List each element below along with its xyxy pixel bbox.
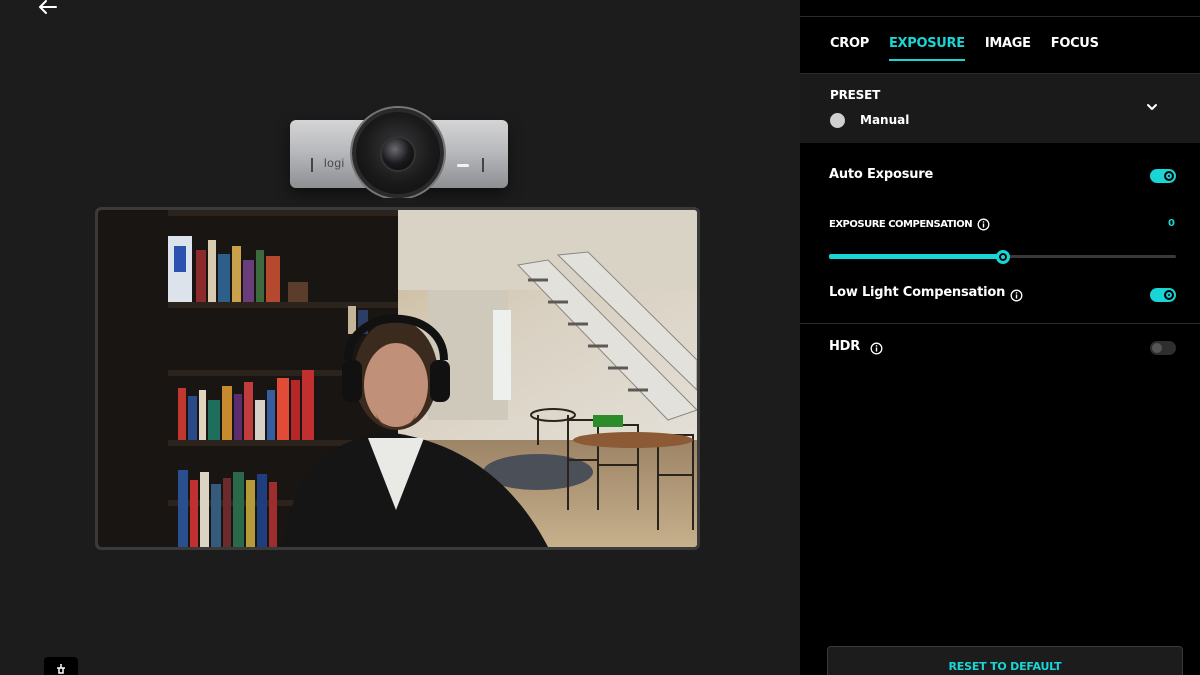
preset-dropdown[interactable]: PRESET Manual: [800, 74, 1200, 143]
preset-title: PRESET: [830, 88, 881, 102]
exposure-compensation-label: EXPOSURE COMPENSATION: [829, 219, 973, 230]
toggle-knob: [1164, 290, 1174, 300]
slider-thumb[interactable]: [995, 250, 1010, 264]
webcam-led: [457, 164, 469, 167]
reset-to-default-button[interactable]: RESET TO DEFAULT: [827, 646, 1183, 675]
low-light-toggle[interactable]: [1150, 288, 1176, 302]
toggle-knob: [1164, 171, 1174, 181]
webcam-logo: logi: [324, 156, 345, 170]
hdr-label: HDR: [829, 339, 861, 354]
exposure-compensation-value: 0: [1168, 218, 1175, 229]
tab-image[interactable]: IMAGE: [985, 36, 1031, 61]
toggle-knob: [1152, 343, 1162, 353]
arrow-left-icon: [39, 0, 57, 14]
auto-exposure-toggle[interactable]: [1150, 169, 1176, 183]
tab-focus[interactable]: FOCUS: [1051, 36, 1099, 61]
auto-exposure-label: Auto Exposure: [829, 167, 934, 182]
slider-fill: [829, 254, 1003, 259]
webcam-indicator-left: [311, 158, 313, 172]
tab-exposure[interactable]: EXPOSURE: [888, 36, 965, 61]
camera-feed: [95, 207, 700, 550]
info-icon[interactable]: [977, 218, 990, 231]
webcam-lens: [380, 136, 416, 172]
webcam-lens-ring: [352, 108, 444, 198]
exposure-compensation-slider[interactable]: [829, 250, 1176, 264]
webcam-illustration: logi: [290, 108, 508, 210]
info-icon[interactable]: [1010, 289, 1023, 302]
back-button[interactable]: [38, 0, 62, 14]
settings-panel: CROP EXPOSURE IMAGE FOCUS PRESET Manual …: [800, 0, 1200, 675]
preview-area: logi: [0, 0, 800, 675]
hdr-toggle[interactable]: [1150, 341, 1176, 355]
webcam-indicator-right: [482, 158, 484, 172]
tab-bar: CROP EXPOSURE IMAGE FOCUS: [830, 36, 1099, 61]
camera-feed-image: [98, 210, 697, 547]
preset-indicator: [830, 113, 845, 128]
pin-icon: [57, 664, 65, 674]
pin-button[interactable]: [44, 657, 78, 675]
preset-value: Manual: [860, 113, 910, 127]
low-light-label: Low Light Compensation: [829, 285, 1006, 300]
chevron-down-icon[interactable]: [1146, 102, 1158, 112]
info-icon[interactable]: [870, 342, 883, 355]
panel-top-divider: [800, 16, 1200, 17]
tab-crop[interactable]: CROP: [830, 36, 869, 61]
section-divider: [800, 323, 1200, 324]
reset-label: RESET TO DEFAULT: [948, 660, 1062, 673]
